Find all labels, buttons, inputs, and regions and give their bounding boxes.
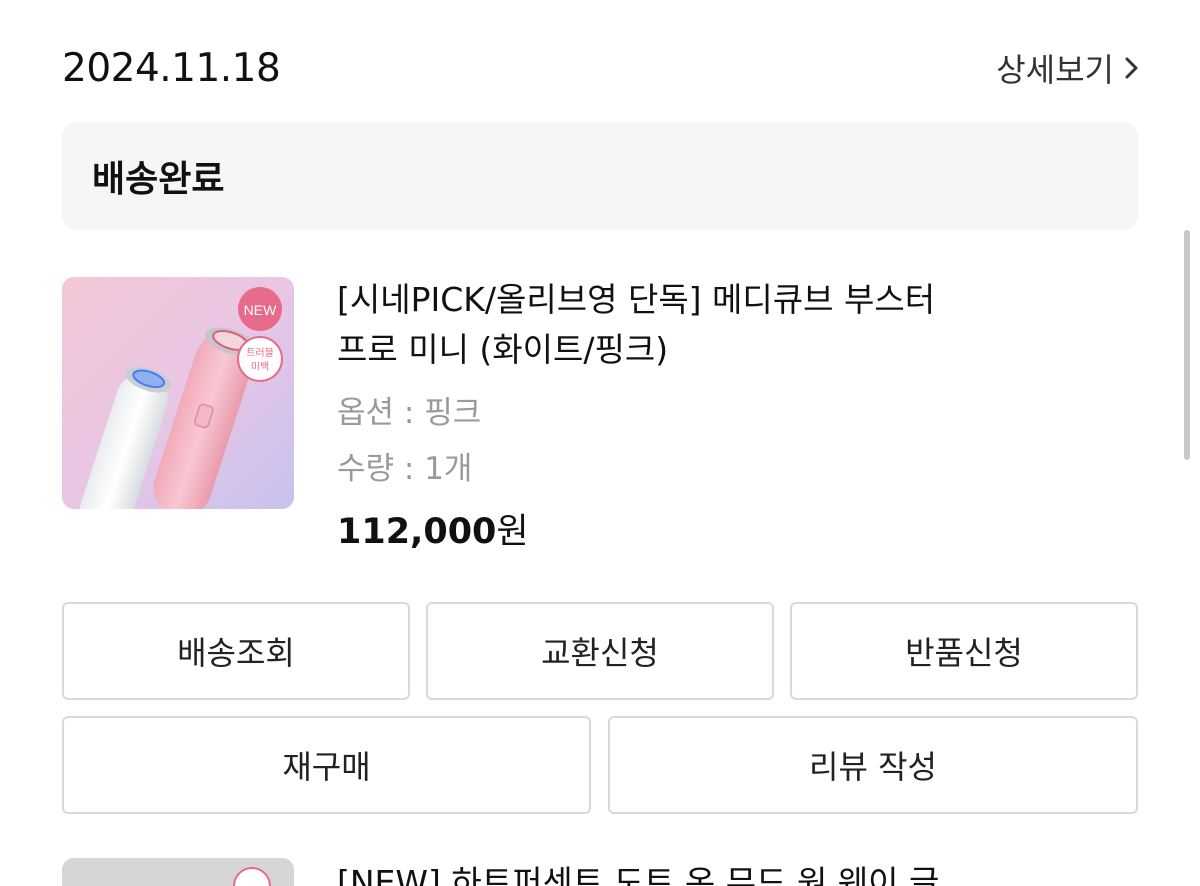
next-product-name: [NEW] 하트퍼센트 도트 온 무드 원 웨이 글 <box>337 863 940 886</box>
track-delivery-button[interactable]: 배송조회 <box>62 602 410 700</box>
price-unit: 원 <box>496 512 529 552</box>
exchange-request-button[interactable]: 교환신청 <box>426 602 774 700</box>
reorder-button[interactable]: 재구매 <box>62 716 591 814</box>
delivery-status-box: 배송완료 <box>62 122 1138 230</box>
product-thumbnail[interactable]: NEW 트러블 미백 <box>62 277 294 509</box>
order-history-page: 2024.11.18 상세보기 배송완료 NEW 트러블 미백 [시네PICK/… <box>0 0 1200 886</box>
price-amount: 112,000 <box>337 512 497 552</box>
order-detail-label: 상세보기 <box>996 51 1114 89</box>
product-name-line2: 프로 미니 (화이트/핑크) <box>337 330 669 369</box>
product-price: 112,000원 <box>337 507 1097 557</box>
order-date: 2024.11.18 <box>62 45 281 91</box>
thumb-badge-line1: 트러블 <box>246 347 274 359</box>
return-request-button[interactable]: 반품신청 <box>790 602 1138 700</box>
product-name-line1: [시네PICK/올리브영 단독] 메디큐브 부스터 <box>337 280 936 319</box>
thumb-new-badge: NEW <box>244 302 277 318</box>
chevron-right-icon <box>1124 55 1140 81</box>
product-info: [시네PICK/올리브영 단독] 메디큐브 부스터 프로 미니 (화이트/핑크)… <box>337 277 1097 557</box>
scrollbar[interactable] <box>1184 230 1190 460</box>
product-name[interactable]: [시네PICK/올리브영 단독] 메디큐브 부스터 프로 미니 (화이트/핑크) <box>337 275 1097 375</box>
order-header: 2024.11.18 상세보기 <box>62 40 1140 96</box>
delivery-status: 배송완료 <box>92 159 225 200</box>
write-review-button[interactable]: 리뷰 작성 <box>608 716 1138 814</box>
next-order-product-item[interactable]: [NEW] 하트퍼센트 도트 온 무드 원 웨이 글 <box>62 858 1138 886</box>
next-product-thumbnail[interactable] <box>62 858 294 886</box>
product-option: 옵션 : 핑크 <box>337 395 482 431</box>
thumb-badge-line2: 미백 <box>251 361 269 373</box>
product-quantity: 수량 : 1개 <box>337 451 473 487</box>
order-product-item[interactable]: NEW 트러블 미백 [시네PICK/올리브영 단독] 메디큐브 부스터 프로 … <box>62 277 1138 567</box>
order-detail-link[interactable]: 상세보기 <box>996 45 1140 91</box>
